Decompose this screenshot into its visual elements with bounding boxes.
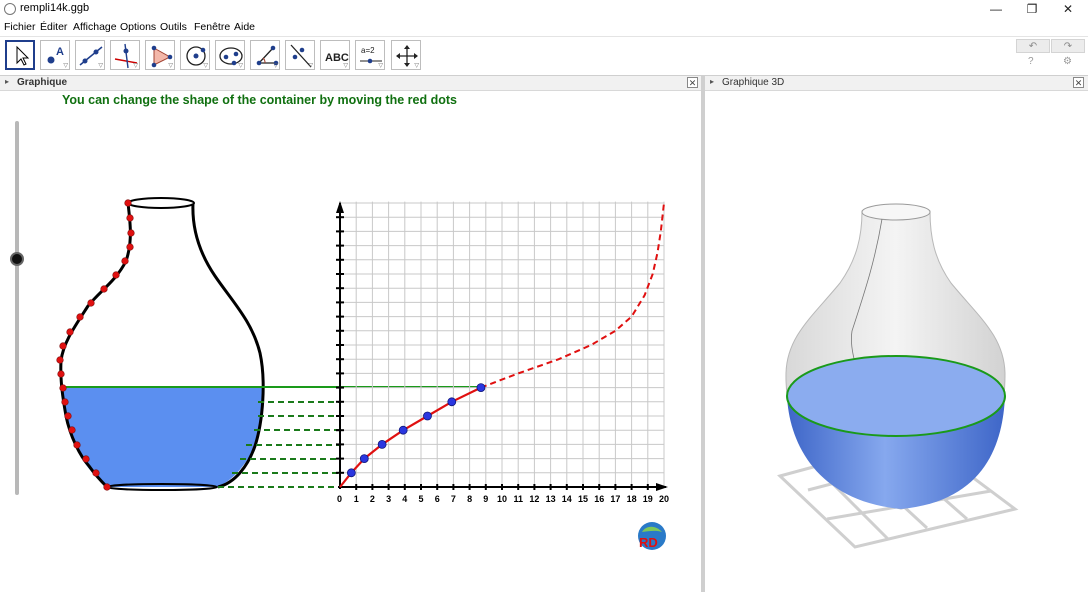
svg-text:A: A <box>56 46 64 58</box>
volume-curve-solid <box>339 386 482 488</box>
undo-button[interactable]: ↶ <box>1016 39 1050 53</box>
x-tick-label: 10 <box>497 494 507 504</box>
menu-affichage[interactable]: Affichage <box>73 21 117 33</box>
graphics3d-panel-close-button[interactable]: ✕ <box>1073 77 1084 88</box>
cursor-arrow-icon <box>16 45 30 66</box>
x-tick-label: 8 <box>467 494 472 504</box>
x-tick-label: 9 <box>483 494 488 504</box>
menu-options[interactable]: Options <box>120 21 156 33</box>
chart-point <box>346 468 356 478</box>
graphics-view[interactable]: You can change the shape of the containe… <box>0 91 701 592</box>
x-tick-label: 18 <box>627 494 637 504</box>
perpendicular-tool-button[interactable]: ▽ <box>110 40 140 70</box>
x-tick-label: 4 <box>402 494 407 504</box>
x-tick-label: 17 <box>610 494 620 504</box>
move-view-tool-button[interactable]: ▽ <box>391 40 421 70</box>
chart-point <box>447 397 457 407</box>
chart-point <box>359 454 369 464</box>
graphics-panel-title: Graphique <box>17 77 68 88</box>
x-axis-arrow <box>656 483 668 491</box>
chart-point <box>398 425 408 435</box>
x-tick-label: 13 <box>546 494 556 504</box>
line-tool-button[interactable]: ▽ <box>75 40 105 70</box>
chart-point <box>377 439 387 449</box>
toolbar: A ▽ ▽ ▽ ▽ ▽ ▽ ▽ ▽ ABC ▽ a=2 ▽ ▽ ↶ ↷ ? ⚙ <box>0 37 1088 76</box>
slider-tool-button[interactable]: a=2 ▽ <box>355 40 385 70</box>
volume-curve-dashed <box>480 202 665 389</box>
graphics-canvas: 0 1 2 3 4 5 6 7 8 9 10 11 12 13 14 15 16 17 18 19 20 RD <box>56 197 669 550</box>
x-tick-label: 16 <box>594 494 604 504</box>
menu-editer[interactable]: Éditer <box>40 21 67 33</box>
close-button[interactable]: ✕ <box>1050 0 1086 18</box>
menu-bar: Fichier Éditer Affichage Options Outils … <box>0 18 1088 37</box>
x-tick-label: 0 <box>337 494 342 504</box>
x-tick-label: 2 <box>370 494 375 504</box>
slider-tool-label: a=2 <box>361 46 375 55</box>
redo-button[interactable]: ↷ <box>1051 39 1085 53</box>
text-tool-button[interactable]: ABC ▽ <box>320 40 350 70</box>
x-tick-label: 6 <box>435 494 440 504</box>
title-bar: rempli14k.ggb — ❐ ✕ <box>0 0 1088 18</box>
axis-ticks <box>336 216 649 490</box>
menu-fichier[interactable]: Fichier <box>4 21 36 33</box>
graphics-panel-close-button[interactable]: ✕ <box>687 77 698 88</box>
polygon-tool-button[interactable]: ▽ <box>145 40 175 70</box>
vase-rim <box>127 197 195 209</box>
move-tool-button[interactable] <box>5 40 35 70</box>
reflect-tool-button[interactable]: ▽ <box>285 40 315 70</box>
x-tick-label: 12 <box>529 494 539 504</box>
graphics3d-canvas <box>777 203 1019 549</box>
circle-tool-button[interactable]: ▽ <box>180 40 210 70</box>
x-tick-label: 14 <box>562 494 572 504</box>
point-tool-button[interactable]: A ▽ <box>40 40 70 70</box>
restore-button[interactable]: ❐ <box>1014 0 1050 18</box>
panel-toggle-icon[interactable]: ▸ <box>5 77 9 86</box>
chart-point <box>476 383 486 393</box>
x-tick-label: 11 <box>513 494 523 504</box>
menu-aide[interactable]: Aide <box>234 21 255 33</box>
geogebra-app-icon <box>4 3 16 15</box>
window-title: rempli14k.ggb <box>20 2 90 14</box>
menu-fenetre[interactable]: Fenêtre <box>194 21 230 33</box>
graphics3d-panel-title: Graphique 3D <box>722 77 785 88</box>
chart-grid <box>340 201 665 487</box>
x-tick-label: 3 <box>386 494 391 504</box>
help-icon[interactable]: ? <box>1028 56 1034 67</box>
menu-outils[interactable]: Outils <box>160 21 187 33</box>
vase-3d-rim <box>861 203 931 221</box>
conic-tool-button[interactable]: ▽ <box>215 40 245 70</box>
angle-tool-button[interactable]: ▽ <box>250 40 280 70</box>
panel3d-toggle-icon[interactable]: ▸ <box>710 77 714 86</box>
x-tick-labels: 0 1 2 3 4 5 6 7 8 9 10 11 12 13 14 15 16 17 18 19 20 <box>337 494 669 504</box>
chart-point <box>423 411 432 421</box>
vase-3d-water-surface <box>786 355 1006 437</box>
rd-logo: RD <box>638 522 666 550</box>
graphics3d-panel-header: ▸ Graphique 3D ✕ <box>705 76 1088 91</box>
minimize-button[interactable]: — <box>978 0 1014 18</box>
graphics3d-view[interactable] <box>705 91 1088 592</box>
x-tick-label: 5 <box>418 494 423 504</box>
settings-icon[interactable]: ⚙ <box>1063 56 1072 67</box>
graphics-panel-header: ▸ Graphique ✕ <box>0 76 701 91</box>
x-tick-label: 7 <box>451 494 456 504</box>
x-tick-label: 19 <box>643 494 653 504</box>
x-tick-label: 20 <box>659 494 669 504</box>
x-tick-label: 15 <box>578 494 588 504</box>
x-tick-label: 1 <box>354 494 359 504</box>
svg-text:RD: RD <box>639 535 658 550</box>
